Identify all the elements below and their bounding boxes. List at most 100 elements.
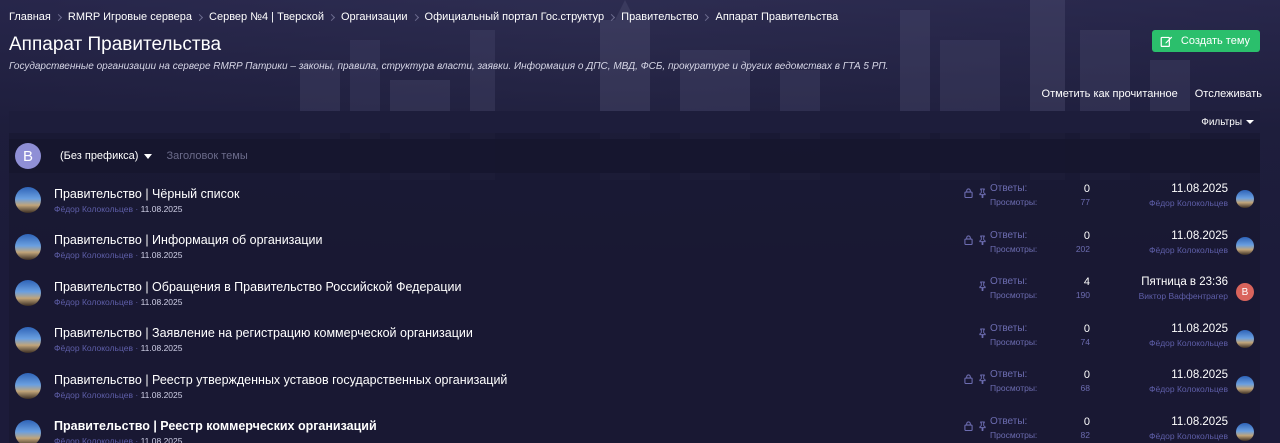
last-poster-name[interactable]: Виктор Ваффентрагер	[1139, 291, 1228, 301]
views-label: Просмотры:	[990, 197, 1038, 207]
author-avatar[interactable]	[15, 373, 41, 400]
thread-row: Правительство | Реестр утвержденных уста…	[9, 363, 1260, 410]
last-post-date[interactable]: 11.08.2025	[1149, 323, 1228, 335]
thread-row: Правительство | Информация об организаци…	[9, 224, 1260, 271]
last-poster-name[interactable]: Фёдор Колокольцев	[1149, 384, 1228, 394]
thread-title-input[interactable]	[166, 150, 767, 162]
chevron-right-icon	[195, 13, 204, 21]
thread-main: Правительство | Заявление на регистрацию…	[54, 326, 934, 353]
mark-read-link[interactable]: Отметить как прочитанное	[1042, 88, 1178, 102]
last-poster-avatar[interactable]	[1236, 376, 1254, 394]
replies-label: Ответы:	[990, 322, 1028, 334]
last-poster-name[interactable]: Фёдор Колокольцев	[1149, 245, 1228, 255]
breadcrumb-item[interactable]: Аппарат Правительства	[715, 11, 838, 23]
last-poster-avatar[interactable]	[1236, 236, 1254, 255]
filters-dropdown[interactable]: Фильтры	[1201, 117, 1254, 128]
meta-separator: ·	[133, 250, 141, 261]
last-post-date[interactable]: 11.08.2025	[1149, 416, 1228, 428]
thread-row: Правительство | Обращения в Правительств…	[9, 270, 1260, 317]
thread-meta: Фёдор Колокольцев · 11.08.2025	[54, 250, 934, 260]
thread-start-date[interactable]: 11.08.2025	[141, 204, 183, 214]
breadcrumb: Главная RMRP Игровые сервера Сервер №4 | Т…	[9, 0, 1271, 34]
last-post-date[interactable]: 11.08.2025	[1149, 230, 1228, 242]
thread-start-date[interactable]: 11.08.2025	[141, 436, 183, 443]
last-poster-avatar[interactable]	[1236, 190, 1254, 208]
last-poster-name[interactable]: Фёдор Колокольцев	[1149, 198, 1228, 208]
views-label: Просмотры:	[990, 429, 1038, 440]
thread-meta: Фёдор Колокольцев · 11.08.2025	[54, 343, 934, 353]
thread-stats: Ответы: 0 Просмотры: 77	[990, 183, 1090, 207]
breadcrumb-item[interactable]: Правительство	[621, 11, 698, 23]
author-avatar[interactable]	[15, 419, 41, 443]
thread-start-date[interactable]: 11.08.2025	[141, 297, 183, 307]
create-thread-button[interactable]: Создать тему	[1151, 30, 1260, 52]
last-post-date[interactable]: 11.08.2025	[1149, 369, 1228, 381]
thread-meta: Фёдор Колокольцев · 11.08.2025	[54, 390, 934, 400]
filters-label: Фильтры	[1201, 116, 1242, 128]
last-poster-avatar[interactable]	[1236, 329, 1254, 348]
breadcrumb-item[interactable]: Официальный портал Гос.структур	[425, 11, 605, 23]
meta-separator: ·	[133, 343, 141, 354]
pin-icon	[978, 371, 987, 389]
thread-author-link[interactable]: Фёдор Колокольцев	[54, 250, 133, 260]
breadcrumb-item[interactable]: Организации	[341, 11, 408, 23]
thread-title-link[interactable]: Правительство | Заявление на регистрацию…	[54, 326, 934, 340]
views-label: Просмотры:	[990, 383, 1038, 393]
thread-author-link[interactable]: Фёдор Колокольцев	[54, 436, 133, 443]
thread-start-date[interactable]: 11.08.2025	[141, 390, 183, 400]
thread-title-link[interactable]: Правительство | Обращения в Правительств…	[54, 280, 934, 294]
thread-start-date[interactable]: 11.08.2025	[141, 343, 183, 353]
replies-label: Ответы:	[990, 415, 1028, 427]
prefix-select[interactable]: (Без префикса)	[60, 150, 153, 162]
thread-title-link[interactable]: Правительство | Информация об организаци…	[54, 233, 934, 247]
current-user-avatar[interactable]: B	[15, 143, 41, 169]
breadcrumb-item[interactable]: Сервер №4 | Тверской	[209, 11, 324, 23]
thread-status-icons	[957, 325, 987, 343]
thread-start-date[interactable]: 11.08.2025	[141, 250, 183, 260]
thread-author-link[interactable]: Фёдор Колокольцев	[54, 297, 133, 307]
pin-icon	[978, 232, 987, 250]
last-post-info: 11.08.2025 Фёдор Колокольцев	[1149, 416, 1228, 441]
quick-thread-form: B (Без префикса)	[9, 139, 1260, 173]
last-post-date[interactable]: Пятница в 23:36	[1139, 276, 1228, 288]
breadcrumb-item[interactable]: Главная	[9, 11, 51, 23]
last-poster-name[interactable]: Фёдор Колокольцев	[1149, 431, 1228, 441]
thread-status-icons	[957, 371, 987, 389]
replies-count: 0	[1083, 369, 1090, 381]
last-poster-avatar[interactable]	[1236, 422, 1254, 441]
thread-author-link[interactable]: Фёдор Колокольцев	[54, 390, 133, 400]
pin-icon	[978, 278, 987, 296]
author-avatar[interactable]	[15, 326, 41, 353]
thread-title-link[interactable]: Правительство | Чёрный список	[54, 187, 934, 201]
author-avatar[interactable]	[15, 280, 41, 307]
thread-meta: Фёдор Колокольцев · 11.08.2025	[54, 436, 934, 443]
thread-title-link[interactable]: Правительство | Реестр утвержденных уста…	[54, 373, 934, 387]
filter-bar: Фильтры	[9, 111, 1260, 133]
lock-icon	[964, 371, 973, 389]
chevron-right-icon	[54, 13, 62, 21]
pin-icon	[978, 418, 987, 436]
last-poster-name[interactable]: Фёдор Колокольцев	[1149, 338, 1228, 348]
thread-author-link[interactable]: Фёдор Колокольцев	[54, 204, 133, 214]
thread-row: Правительство | Реестр коммерческих орга…	[9, 410, 1260, 443]
replies-label: Ответы:	[990, 369, 1028, 380]
breadcrumb-item[interactable]: RMRP Игровые сервера	[68, 11, 192, 23]
watch-link[interactable]: Отслеживать	[1195, 88, 1262, 102]
chevron-down-icon	[1246, 119, 1254, 124]
last-post-info: 11.08.2025 Фёдор Колокольцев	[1149, 323, 1228, 348]
thread-title-link[interactable]: Правительство | Реестр коммерческих орга…	[54, 419, 934, 433]
author-avatar[interactable]	[15, 187, 41, 214]
thread-main: Правительство | Реестр коммерческих орга…	[54, 419, 934, 443]
views-label: Просмотры:	[990, 336, 1038, 347]
views-count: 202	[1075, 243, 1090, 254]
thread-main: Правительство | Чёрный список Фёдор Колок…	[54, 187, 934, 214]
author-avatar[interactable]	[15, 233, 41, 260]
thread-list: Правительство | Чёрный список Фёдор Колок…	[9, 177, 1260, 443]
thread-author-link[interactable]: Фёдор Колокольцев	[54, 343, 133, 353]
thread-main: Правительство | Реестр утвержденных уста…	[54, 373, 934, 400]
last-post-info: 11.08.2025 Фёдор Колокольцев	[1149, 183, 1228, 208]
last-post-info: 11.08.2025 Фёдор Колокольцев	[1149, 230, 1228, 255]
thread-row: Правительство | Чёрный список Фёдор Колок…	[9, 177, 1260, 224]
last-poster-avatar[interactable]: B	[1236, 283, 1254, 301]
last-post-date[interactable]: 11.08.2025	[1149, 183, 1228, 195]
